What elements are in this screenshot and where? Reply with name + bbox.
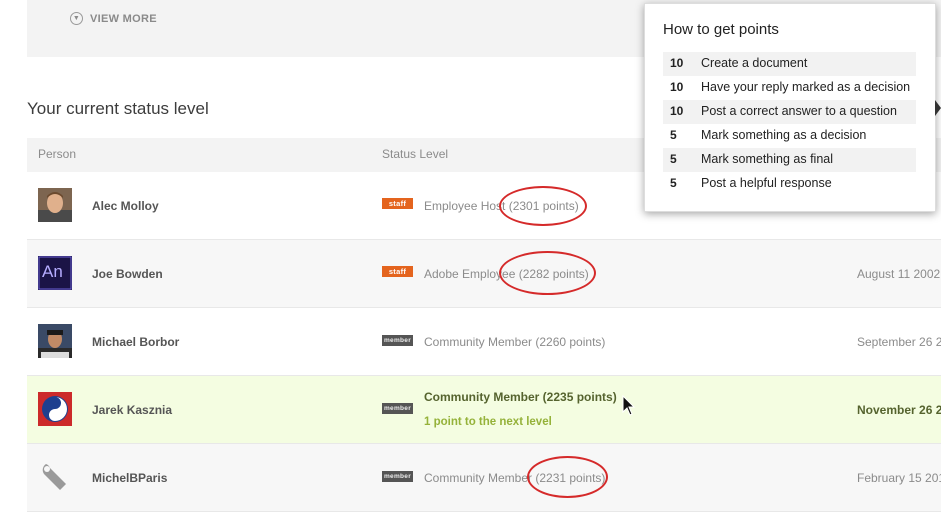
points-action: Create a document <box>701 56 808 70</box>
section-title: Your current status level <box>27 99 209 118</box>
avatar[interactable] <box>38 324 72 358</box>
table-row: Michael Borbor member Community Member (… <box>27 308 941 376</box>
staff-badge: staff <box>382 266 413 277</box>
points-action: Mark something as final <box>701 152 834 166</box>
view-more-link[interactable]: ▼ VIEW MORE <box>70 12 157 25</box>
points-action: Mark something as a decision <box>701 128 867 142</box>
points-action: Have your reply marked as a decision <box>701 80 911 94</box>
popup-pointer-icon <box>935 100 941 121</box>
avatar[interactable]: An <box>38 256 72 290</box>
points-item: 10 Have your reply marked as a decision <box>663 76 916 100</box>
points-item: 10 Post a correct answer to a question <box>663 100 916 124</box>
points-action: Post a correct answer to a question <box>701 104 897 118</box>
person-name[interactable]: MichelBParis <box>92 471 167 485</box>
points-action: Post a helpful response <box>701 176 832 190</box>
avatar[interactable] <box>38 392 72 426</box>
column-header-status-level: Status Level <box>382 147 449 161</box>
popup-title: How to get points <box>663 21 779 38</box>
points-item: 5 Mark something as a decision <box>663 124 916 148</box>
points-value: 10 <box>670 104 684 118</box>
view-more-label: VIEW MORE <box>90 12 157 25</box>
points-value: 5 <box>670 176 677 190</box>
person-name[interactable]: Jarek Kasznia <box>92 403 172 417</box>
member-badge: member <box>382 335 413 346</box>
avatar[interactable] <box>38 188 72 222</box>
status-level: Community Member (2260 points) <box>424 335 606 349</box>
join-date: November 26 20 <box>857 403 941 417</box>
points-item: 10 Create a document <box>663 52 916 76</box>
points-value: 10 <box>670 56 684 70</box>
points-item: 5 Mark something as final <box>663 148 916 172</box>
chevron-down-icon: ▼ <box>70 12 83 25</box>
annotation-ellipse <box>499 251 596 295</box>
person-name[interactable]: Alec Molloy <box>92 199 159 213</box>
adobe-an-logo-text: An <box>42 262 63 281</box>
person-name[interactable]: Michael Borbor <box>92 335 179 349</box>
mouse-cursor-icon <box>622 394 636 422</box>
status-level: Community Member (2235 points) <box>424 390 617 404</box>
points-item: 5 Post a helpful response <box>663 172 916 196</box>
table-row: MichelBParis member Community Member (22… <box>27 444 941 512</box>
table-row: An Joe Bowden staff Adobe Employee (2282… <box>27 240 941 308</box>
points-value: 10 <box>670 80 684 94</box>
staff-badge: staff <box>382 198 413 209</box>
points-popup: How to get points 10 Create a document 1… <box>644 3 936 212</box>
table-row-current-user: Jarek Kasznia member Community Member (2… <box>27 376 941 444</box>
annotation-ellipse <box>499 186 587 226</box>
points-value: 5 <box>670 128 677 142</box>
annotation-ellipse <box>527 456 608 498</box>
join-date: August 11 2002 <box>857 267 941 281</box>
join-date: September 26 20 <box>857 335 941 349</box>
person-name[interactable]: Joe Bowden <box>92 267 163 281</box>
join-date: February 15 2011 <box>857 471 941 485</box>
member-badge: member <box>382 403 413 414</box>
member-badge: member <box>382 471 413 482</box>
points-value: 5 <box>670 152 677 166</box>
column-header-person: Person <box>38 147 77 161</box>
avatar[interactable] <box>38 460 72 494</box>
next-level-hint: 1 point to the next level <box>424 416 552 428</box>
